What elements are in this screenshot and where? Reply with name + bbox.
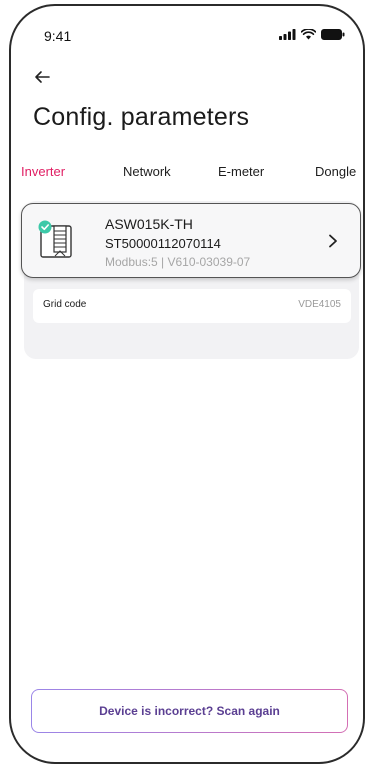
param-value: VDE4105 <box>298 299 341 310</box>
scan-again-button[interactable]: Device is incorrect? Scan again <box>31 689 348 733</box>
device-card[interactable]: ASW015K-TH ST50000112070114 Modbus:5 | V… <box>21 203 361 278</box>
tab-bar: Inverter Network E-meter Dongle <box>21 164 363 188</box>
inverter-icon <box>38 220 72 258</box>
page-title: Config. parameters <box>33 103 250 131</box>
signal-icon <box>279 29 296 40</box>
tab-network[interactable]: Network <box>123 164 171 179</box>
status-bar: 9:41 <box>11 6 363 66</box>
status-time: 9:41 <box>44 28 72 44</box>
wifi-icon <box>301 29 316 40</box>
back-arrow-icon[interactable] <box>33 68 51 86</box>
device-serial: ST50000112070114 <box>105 236 221 251</box>
tab-e-meter[interactable]: E-meter <box>218 164 264 179</box>
tab-inverter[interactable]: Inverter <box>21 164 65 179</box>
status-icons <box>279 29 345 40</box>
param-row-grid-code[interactable]: Grid code VDE4105 <box>33 289 351 323</box>
check-circle-icon <box>38 220 52 234</box>
phone-frame: 9:41 Config. parameters Inverter Network… <box>9 4 365 764</box>
tab-dongle[interactable]: Dongle <box>315 164 356 179</box>
chevron-right-icon <box>329 234 337 248</box>
battery-icon <box>321 29 345 40</box>
device-modbus-version: Modbus:5 | V610-03039-07 <box>105 255 251 269</box>
param-name: Grid code <box>43 299 87 310</box>
device-model: ASW015K-TH <box>105 216 193 232</box>
